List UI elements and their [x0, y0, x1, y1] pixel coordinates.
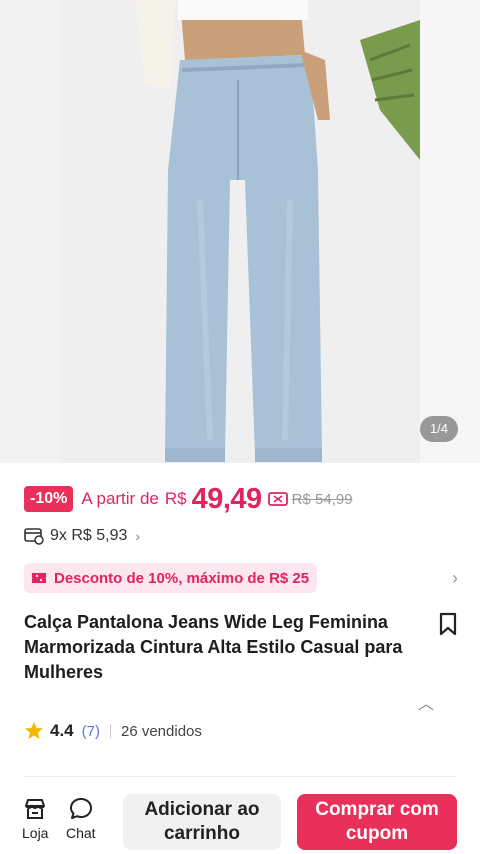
original-price: R$ 54,99: [291, 490, 353, 508]
chevron-right-icon: ›: [135, 528, 141, 544]
chevron-up-icon[interactable]: ︿: [418, 690, 434, 714]
product-title: Calça Pantalona Jeans Wide Leg Feminina …: [24, 612, 403, 682]
sold-count: 26 vendidos: [120, 722, 202, 740]
coupon-icon: [267, 492, 288, 506]
divider: [24, 776, 456, 777]
price-from-label: A partir de: [81, 489, 159, 508]
rating-value: 4.4: [50, 721, 74, 740]
current-price: 49,49: [191, 482, 263, 515]
separator: [109, 724, 111, 738]
add-to-cart-label-line1: Adicionar ao: [144, 799, 260, 820]
rating-count[interactable]: (7): [82, 723, 100, 740]
bookmark-icon[interactable]: [438, 612, 458, 636]
discount-text: Desconto de 10%, máximo de R$ 25: [54, 569, 310, 587]
store-icon: [25, 799, 46, 819]
card-icon: [24, 528, 44, 545]
image-counter: 1/4: [420, 416, 458, 442]
store-button[interactable]: Loja: [22, 796, 48, 841]
add-to-cart-button[interactable]: Adicionar ao carrinho: [123, 794, 281, 850]
chat-button[interactable]: Chat: [66, 796, 96, 841]
star-icon: [25, 722, 43, 739]
price-currency: R$: [164, 489, 187, 508]
chat-icon: [69, 798, 92, 819]
product-image: [0, 0, 480, 463]
bottom-action-bar: Loja Chat Adicionar ao carrinho Comprar …: [0, 780, 480, 854]
installment-text: 9x R$ 5,93: [50, 527, 128, 544]
price-row: -10% A partir de R$ 49,49 R$ 54,99: [24, 483, 353, 515]
buy-label-line2: cupom: [345, 823, 409, 844]
installment-row[interactable]: 9x R$ 5,93 ›: [24, 524, 140, 548]
chevron-right-icon[interactable]: ›: [452, 568, 458, 589]
chat-label: Chat: [66, 825, 96, 841]
buy-with-coupon-button[interactable]: Comprar com cupom: [297, 794, 457, 850]
add-to-cart-label-line2: carrinho: [163, 823, 241, 844]
discount-badge: -10%: [24, 486, 74, 512]
product-image-gallery[interactable]: 1/4: [0, 0, 480, 463]
discount-banner[interactable]: Desconto de 10%, máximo de R$ 25: [24, 563, 318, 593]
buy-label-line1: Comprar com: [315, 799, 439, 820]
promo-icon: [32, 573, 46, 583]
rating-row[interactable]: 4.4 (7) 26 vendidos: [24, 719, 202, 743]
store-label: Loja: [22, 825, 49, 841]
